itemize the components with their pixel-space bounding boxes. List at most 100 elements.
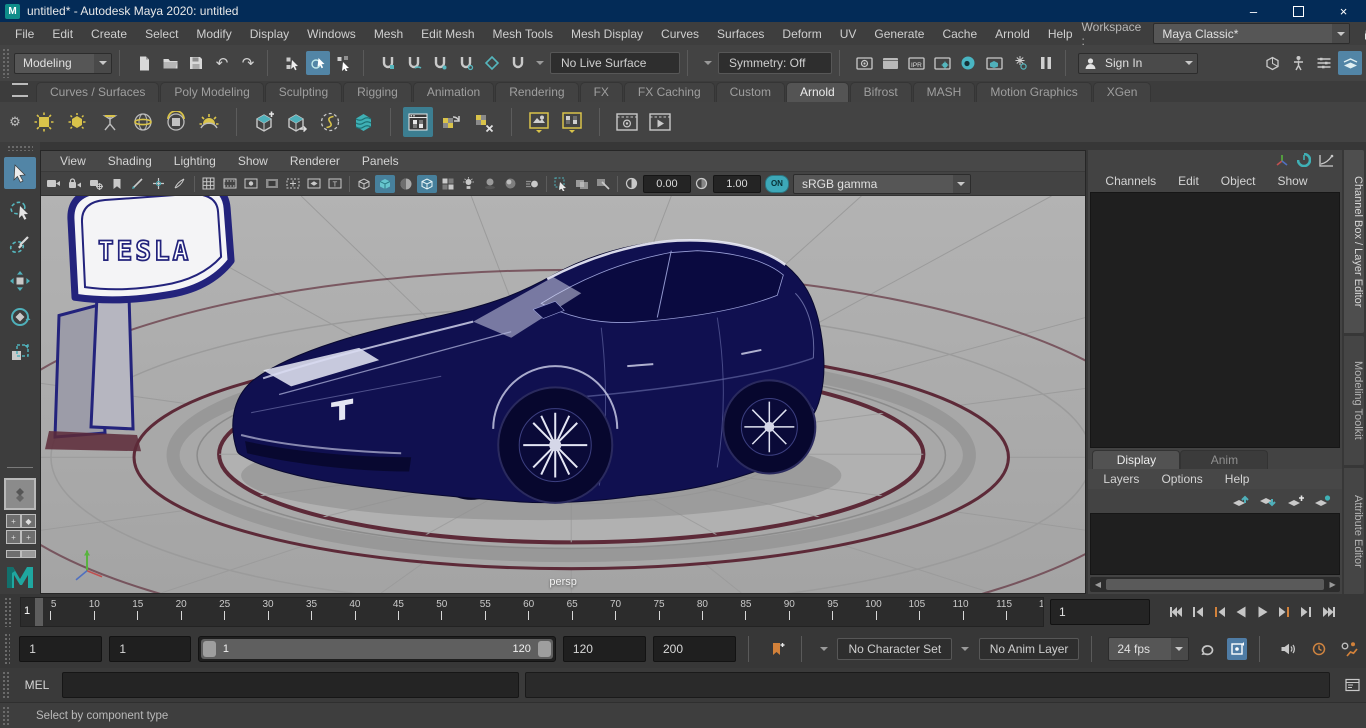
layout-persp-outliner-button[interactable]: ◆ [21,514,36,528]
playback-loop-icon[interactable] [1196,637,1220,661]
channel-box-menu-item[interactable]: Object [1212,174,1265,188]
arnold-aov-browser-icon[interactable] [557,107,587,137]
gamma-icon[interactable] [692,175,712,193]
bookmark-add-icon[interactable] [765,637,789,661]
safe-action-icon[interactable] [304,175,324,193]
anim-layer-field[interactable]: No Anim Layer [979,638,1080,660]
animation-preferences-icon[interactable] [1338,637,1362,661]
select-tool[interactable] [4,157,36,189]
select-camera-icon[interactable] [44,175,64,193]
menu-item[interactable]: Arnold [986,27,1039,41]
paint-select-tool[interactable] [4,229,36,261]
arnold-tx-manager-icon[interactable] [436,107,466,137]
attribute-editor-toggle-icon[interactable] [1312,51,1336,75]
lighting-icon[interactable] [459,175,479,193]
isolate-select-icon[interactable] [551,175,571,193]
shelf-tab[interactable]: XGen [1093,82,1152,102]
axes-icon[interactable] [1275,154,1289,167]
timeline-ruler[interactable]: 5 10 15 20 25 30 35 40 45 50 [20,597,1044,627]
shelf-tab[interactable]: FX [580,82,623,102]
arnold-area-light-icon[interactable] [29,107,59,137]
resolution-gate-icon[interactable] [241,175,261,193]
shelf-tab[interactable]: Rendering [495,82,578,102]
menu-item[interactable]: Mesh Tools [484,27,562,41]
arnold-flush-texture-icon[interactable] [469,107,499,137]
step-forward-key-button[interactable] [1274,600,1296,624]
animation-end-field[interactable]: 200 [653,636,736,662]
lock-camera-icon[interactable] [65,175,85,193]
arnold-mesh-light-icon[interactable] [62,107,92,137]
screen-space-ao-icon[interactable] [501,175,521,193]
smooth-shade-icon[interactable] [375,175,395,193]
shelf-tab[interactable]: Curves / Surfaces [36,82,159,102]
menu-item[interactable]: UV [831,27,866,41]
arnold-skydome-light-icon[interactable] [128,107,158,137]
menu-item[interactable]: Create [82,27,136,41]
character-set-field[interactable]: No Character Set [837,638,952,660]
layout-two-pane-button[interactable]: + [6,530,21,544]
tab-anim[interactable]: Anim [1180,450,1268,469]
select-object-icon[interactable] [306,51,330,75]
step-forward-frame-button[interactable] [1296,600,1318,624]
menu-item[interactable]: Windows [298,27,365,41]
redo-icon[interactable]: ↷ [236,51,260,75]
channel-box-menu-item[interactable]: Edit [1169,174,1208,188]
current-frame-indicator[interactable] [35,598,43,626]
live-surface-caret-icon[interactable] [700,57,716,69]
color-management-toggle[interactable]: ON [765,175,789,193]
go-to-end-button[interactable] [1318,600,1340,624]
move-layer-up-icon[interactable] [1231,492,1251,510]
menu-item[interactable]: Mesh Display [562,27,652,41]
move-layer-down-icon[interactable] [1258,492,1278,510]
viewport-menu-item[interactable]: Show [227,154,279,168]
script-editor-icon[interactable] [1340,673,1364,697]
sign-in-dropdown[interactable]: Sign In [1078,53,1198,74]
layer-editor-menu-item[interactable]: Help [1216,472,1259,486]
shelf-tab[interactable]: Custom [716,82,785,102]
curve-graph-icon[interactable] [1319,154,1334,167]
shelf-tab[interactable]: Sculpting [265,82,342,102]
scroll-left-button[interactable]: ◀ [1090,577,1105,592]
section-divider[interactable] [839,50,845,76]
drag-handle[interactable] [2,48,10,78]
menu-item[interactable]: Cache [933,27,986,41]
channel-box-toggle-icon[interactable] [1338,51,1362,75]
ipr-render-icon[interactable]: IPR [904,51,928,75]
open-scene-icon[interactable] [158,51,182,75]
shelf-collapse-icon[interactable] [12,83,28,97]
menu-item[interactable]: Select [136,27,187,41]
gauge-icon[interactable] [1297,153,1311,167]
layer-list[interactable] [1090,513,1340,575]
shelf-tab[interactable]: Bifrost [850,82,912,102]
menu-item[interactable]: Surfaces [708,27,773,41]
select-component-icon[interactable] [332,51,356,75]
menu-item[interactable]: Curves [652,27,708,41]
snap-to-view-planes-icon[interactable] [506,51,530,75]
section-divider[interactable] [1091,636,1096,662]
section-divider[interactable] [687,50,693,76]
tab-display[interactable]: Display [1092,450,1180,469]
playback-range-slider[interactable]: 1 120 [198,636,556,662]
snap-options-caret-icon[interactable] [532,57,548,69]
time-sync-icon[interactable] [1307,637,1331,661]
safe-title-icon[interactable]: T [325,175,345,193]
go-to-start-button[interactable] [1164,600,1186,624]
arnold-render-view-sequence-icon[interactable] [612,107,642,137]
menu-item[interactable]: Edit Mesh [412,27,483,41]
rotate-tool[interactable] [4,301,36,333]
workspace-dropdown[interactable]: Maya Classic* [1153,23,1350,44]
exposure-field[interactable]: 0.00 [643,175,691,193]
create-empty-layer-icon[interactable] [1285,492,1305,510]
section-divider[interactable] [267,50,273,76]
undo-icon[interactable]: ↶ [210,51,234,75]
oversampling-icon[interactable] [170,175,190,193]
live-surface-field[interactable]: No Live Surface [550,52,680,74]
menu-item[interactable]: Generate [865,27,933,41]
shelf-tab[interactable]: Poly Modeling [160,82,263,102]
scroll-right-button[interactable]: ▶ [1325,577,1340,592]
arnold-photometric-light-icon[interactable] [95,107,125,137]
tab-modeling-toolkit[interactable]: Modeling Toolkit [1344,336,1364,466]
channel-box-content[interactable] [1090,192,1340,448]
shadows-icon[interactable] [480,175,500,193]
arnold-light-manager-icon[interactable] [524,107,554,137]
